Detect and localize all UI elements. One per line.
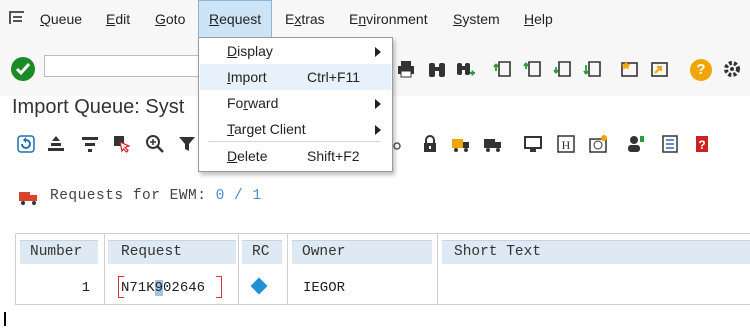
request-id-text: N71K902646	[121, 280, 206, 296]
menu-item-delete[interactable]: Delete Shift+F2	[200, 143, 391, 169]
first-page-icon[interactable]	[493, 59, 513, 79]
selected-character: 9	[154, 280, 164, 296]
cell-request[interactable]: N71K902646	[121, 272, 205, 304]
submenu-arrow-icon	[375, 47, 381, 57]
select-cursor-icon[interactable]	[112, 134, 132, 154]
request-menu-dropdown: Display Import Ctrl+F11 Forward Target C…	[198, 37, 393, 172]
svg-text:H: H	[562, 138, 571, 152]
transport-icon[interactable]	[390, 134, 410, 154]
column-divider	[287, 233, 288, 305]
truck-icon	[19, 192, 37, 205]
column-divider	[104, 233, 105, 305]
help-icon[interactable]: ?	[690, 59, 712, 81]
create-session-icon[interactable]	[620, 59, 640, 79]
column-header-short-text[interactable]: Short Text	[442, 240, 750, 264]
info-icon[interactable]: ?	[692, 134, 712, 154]
column-divider	[437, 233, 438, 305]
menu-item-display[interactable]: Display	[200, 38, 391, 64]
menu-queue[interactable]: Queue	[40, 0, 82, 38]
gear-icon[interactable]	[722, 59, 742, 79]
menu-item-forward[interactable]: Forward	[200, 90, 391, 116]
command-field[interactable]	[44, 55, 206, 77]
requests-label: Requests for EWM:	[50, 188, 207, 204]
page-title: Import Queue: Syst	[12, 96, 185, 118]
refresh-icon[interactable]	[16, 134, 36, 154]
menu-extras[interactable]: Extras	[285, 0, 325, 38]
column-divider	[238, 233, 239, 305]
requests-count: 0 / 1	[215, 188, 262, 204]
list-icon[interactable]	[660, 134, 680, 154]
column-header-number[interactable]: Number	[20, 240, 98, 264]
column-header-request[interactable]: Request	[108, 240, 236, 264]
submenu-arrow-icon	[375, 125, 381, 135]
table-top-border	[15, 233, 750, 234]
menu-goto[interactable]: Goto	[155, 0, 185, 38]
print-icon[interactable]	[396, 59, 416, 79]
column-header-rc[interactable]: RC	[242, 240, 282, 264]
svg-text:?: ?	[698, 138, 705, 152]
user-icon[interactable]	[626, 134, 646, 154]
menu-environment[interactable]: Environment	[349, 0, 428, 38]
menu-bar: Queue Edit Goto Request Extras Environme…	[0, 0, 750, 39]
shortcut-icon[interactable]	[650, 59, 670, 79]
history-icon[interactable]: H	[556, 134, 576, 154]
sort-ascending-icon[interactable]	[46, 134, 66, 154]
truck-import-icon[interactable]	[451, 134, 471, 154]
menu-item-target-client[interactable]: Target Client	[200, 116, 391, 142]
last-page-icon[interactable]	[583, 59, 603, 79]
enter-button[interactable]	[11, 57, 35, 81]
lock-icon[interactable]	[420, 134, 440, 154]
column-header-owner[interactable]: Owner	[292, 240, 432, 264]
menu-help[interactable]: Help	[524, 0, 553, 38]
submenu-arrow-icon	[375, 99, 381, 109]
menu-request[interactable]: Request	[198, 0, 273, 38]
zoom-icon[interactable]	[145, 134, 165, 154]
cell-owner: IEGOR	[303, 280, 346, 296]
menu-icon[interactable]	[9, 11, 24, 24]
monitor-icon[interactable]	[523, 134, 543, 154]
next-page-icon[interactable]	[553, 59, 573, 79]
text-cursor	[4, 312, 6, 326]
globe-icon[interactable]	[588, 134, 608, 154]
filter-icon[interactable]	[177, 134, 197, 154]
blue-diamond-icon	[250, 277, 268, 295]
table-row-border	[15, 304, 750, 305]
find-icon[interactable]	[427, 59, 447, 79]
menu-edit[interactable]: Edit	[106, 0, 130, 38]
menu-item-import[interactable]: Import Ctrl+F11	[200, 64, 391, 90]
cell-number: 1	[81, 280, 90, 296]
filter-lines-icon[interactable]	[80, 134, 100, 154]
previous-page-icon[interactable]	[523, 59, 543, 79]
column-divider	[15, 233, 16, 305]
checkmark-icon	[15, 63, 31, 76]
find-next-icon[interactable]	[455, 59, 475, 79]
requests-summary: Requests for EWM: 0 / 1	[50, 188, 262, 204]
truck-icon[interactable]	[483, 134, 503, 154]
menu-system[interactable]: System	[453, 0, 500, 38]
menu-separator	[209, 141, 381, 142]
